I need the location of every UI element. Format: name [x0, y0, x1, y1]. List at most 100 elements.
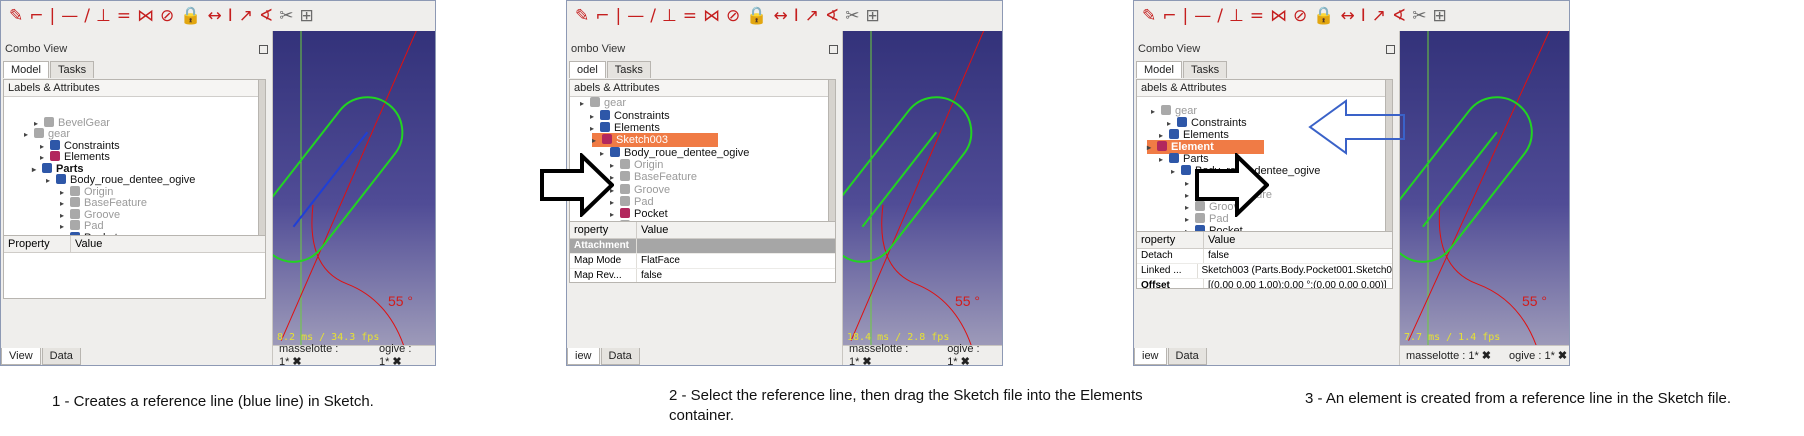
- close-tab-icon[interactable]: ✖: [292, 356, 301, 365]
- document-tab[interactable]: masselotte : 1* ✖: [1406, 349, 1491, 362]
- property-row[interactable]: Attachment: [570, 239, 835, 254]
- reference-line[interactable]: [1422, 131, 1498, 228]
- toolbar-tool-icon[interactable]: ✂: [279, 7, 293, 25]
- toolbar-tool-icon[interactable]: ↗: [1372, 7, 1386, 25]
- property-row[interactable]: Offset [(0.00 0.00 1.00);0.00 °;(0.00 0.0…: [1137, 279, 1392, 288]
- expand-arrow-icon[interactable]: ▸: [1159, 153, 1169, 167]
- tab-model[interactable]: odel: [569, 61, 606, 78]
- toolbar-tool-icon[interactable]: ⊞: [865, 7, 879, 25]
- tab-model[interactable]: Model: [1136, 61, 1182, 78]
- property-value[interactable]: Sketch003 (Parts.Body.Pocket001.Sketch00…: [1198, 264, 1392, 278]
- toolbar-tool-icon[interactable]: ↔: [207, 7, 221, 25]
- toolbar-tool-icon[interactable]: ✎: [575, 7, 589, 25]
- toolbar-tool-icon[interactable]: ⊞: [299, 7, 313, 25]
- document-tab[interactable]: masselotte : 1* ✖: [849, 343, 929, 365]
- expand-arrow-icon[interactable]: ▸: [1151, 105, 1161, 119]
- undock-icon[interactable]: [1386, 45, 1395, 54]
- toolbar-tool-icon[interactable]: ⊥: [1229, 7, 1244, 25]
- property-value[interactable]: [(0.00 0.00 1.00);0.00 °;(0.00 0.00 0.00…: [1204, 279, 1387, 288]
- tab-data[interactable]: Data: [1167, 348, 1207, 365]
- toolbar-tool-icon[interactable]: ↗: [805, 7, 819, 25]
- close-tab-icon[interactable]: ✖: [862, 356, 871, 365]
- tree-scrollbar[interactable]: [828, 80, 835, 240]
- toolbar-tool-icon[interactable]: ⋈: [1270, 7, 1287, 25]
- toolbar-tool-icon[interactable]: ∢: [1392, 7, 1406, 25]
- reference-line[interactable]: [292, 131, 369, 228]
- toolbar-tool-icon[interactable]: ⌐: [595, 7, 609, 25]
- toolbar-tool-icon[interactable]: =: [117, 7, 131, 25]
- property-row[interactable]: Map Mode FlatFace: [570, 254, 835, 269]
- tab-view[interactable]: iew: [567, 348, 600, 365]
- close-tab-icon[interactable]: ✖: [1482, 350, 1491, 362]
- document-tab[interactable]: ogive : 1* ✖: [947, 343, 1002, 365]
- tab-model[interactable]: Model: [3, 61, 49, 78]
- document-tab[interactable]: ogive : 1* ✖: [379, 343, 435, 365]
- toolbar-tool-icon[interactable]: ✂: [1412, 7, 1426, 25]
- toolbar-tool-icon[interactable]: |: [50, 7, 56, 25]
- toolbar-tool-icon[interactable]: I: [1361, 7, 1366, 25]
- toolbar-tool-icon[interactable]: I: [794, 7, 799, 25]
- expand-arrow-icon[interactable]: ▸: [1147, 141, 1157, 155]
- toolbar-tool-icon[interactable]: —: [1194, 7, 1211, 25]
- toolbar-tool-icon[interactable]: ⊞: [1432, 7, 1446, 25]
- toolbar-tool-icon[interactable]: ↗: [239, 7, 253, 25]
- expand-arrow-icon[interactable]: ▸: [32, 163, 42, 177]
- 3d-viewport[interactable]: 55 ° 8.2 ms / 34.3 fps: [273, 31, 435, 345]
- close-tab-icon[interactable]: ✖: [392, 356, 401, 365]
- toolbar-tool-icon[interactable]: ⊘: [726, 7, 740, 25]
- toolbar-tool-icon[interactable]: —: [61, 7, 78, 25]
- toolbar-tool-icon[interactable]: 🔒: [180, 7, 201, 25]
- 3d-viewport[interactable]: 55 ° 7.7 ms / 1.4 fps: [1400, 31, 1569, 345]
- reference-line[interactable]: [861, 131, 938, 228]
- toolbar-tool-icon[interactable]: ⋈: [137, 7, 154, 25]
- tab-tasks[interactable]: Tasks: [606, 61, 651, 78]
- property-value[interactable]: FlatFace: [637, 254, 680, 268]
- toolbar-tool-icon[interactable]: ⋈: [703, 7, 720, 25]
- expand-arrow-icon[interactable]: ▸: [46, 174, 56, 188]
- toolbar-tool-icon[interactable]: ↔: [1340, 7, 1354, 25]
- toolbar-tool-icon[interactable]: ✎: [1142, 7, 1156, 25]
- toolbar-tool-icon[interactable]: —: [627, 7, 644, 25]
- tab-data[interactable]: Data: [41, 348, 81, 365]
- property-row[interactable]: Detach false: [1137, 249, 1392, 264]
- toolbar-tool-icon[interactable]: ⌐: [1162, 7, 1176, 25]
- toolbar-tool-icon[interactable]: ∢: [825, 7, 839, 25]
- property-row[interactable]: Map Rev... false: [570, 269, 835, 282]
- document-tab[interactable]: ogive : 1* ✖: [1509, 349, 1567, 362]
- property-value[interactable]: false: [1204, 249, 1229, 263]
- toolbar-tool-icon[interactable]: ⊥: [96, 7, 111, 25]
- toolbar-tool-icon[interactable]: /: [1217, 7, 1223, 25]
- tab-tasks[interactable]: Tasks: [49, 61, 95, 78]
- toolbar-tool-icon[interactable]: |: [616, 7, 622, 25]
- toolbar-tool-icon[interactable]: ✂: [845, 7, 859, 25]
- toolbar-tool-icon[interactable]: /: [84, 7, 90, 25]
- tree-item[interactable]: ▸ gear: [580, 96, 626, 110]
- toolbar-tool-icon[interactable]: =: [1250, 7, 1264, 25]
- toolbar-tool-icon[interactable]: ↔: [773, 7, 787, 25]
- document-tab[interactable]: masselotte : 1* ✖: [279, 343, 361, 365]
- tab-data[interactable]: Data: [600, 348, 640, 365]
- tree-item[interactable]: ▸BaseFeature: [610, 170, 697, 184]
- 3d-viewport[interactable]: 55 ° 18.4 ms / 2.8 fps: [843, 31, 1002, 345]
- tab-view[interactable]: iew: [1134, 348, 1167, 365]
- toolbar-tool-icon[interactable]: =: [683, 7, 697, 25]
- toolbar-tool-icon[interactable]: 🔒: [1313, 7, 1334, 25]
- toolbar-tool-icon[interactable]: ✎: [9, 7, 23, 25]
- toolbar-tool-icon[interactable]: /: [650, 7, 656, 25]
- toolbar-tool-icon[interactable]: ⊘: [1293, 7, 1307, 25]
- undock-icon[interactable]: [829, 45, 838, 54]
- tab-tasks[interactable]: Tasks: [1182, 61, 1228, 78]
- toolbar-tool-icon[interactable]: |: [1183, 7, 1189, 25]
- close-tab-icon[interactable]: ✖: [961, 356, 970, 365]
- expand-arrow-icon[interactable]: ▸: [580, 97, 590, 111]
- expand-arrow-icon[interactable]: ▸: [1171, 165, 1181, 179]
- tab-view[interactable]: View: [1, 348, 41, 365]
- toolbar-tool-icon[interactable]: ⊘: [160, 7, 174, 25]
- toolbar-tool-icon[interactable]: ⊥: [662, 7, 677, 25]
- toolbar-tool-icon[interactable]: 🔒: [746, 7, 767, 25]
- close-tab-icon[interactable]: ✖: [1558, 350, 1567, 362]
- property-value[interactable]: false: [637, 269, 662, 282]
- tree-item[interactable]: ▸Sketch003: [592, 133, 718, 147]
- toolbar-tool-icon[interactable]: ∢: [259, 7, 273, 25]
- property-row[interactable]: Linked ... Sketch003 (Parts.Body.Pocket00…: [1137, 264, 1392, 279]
